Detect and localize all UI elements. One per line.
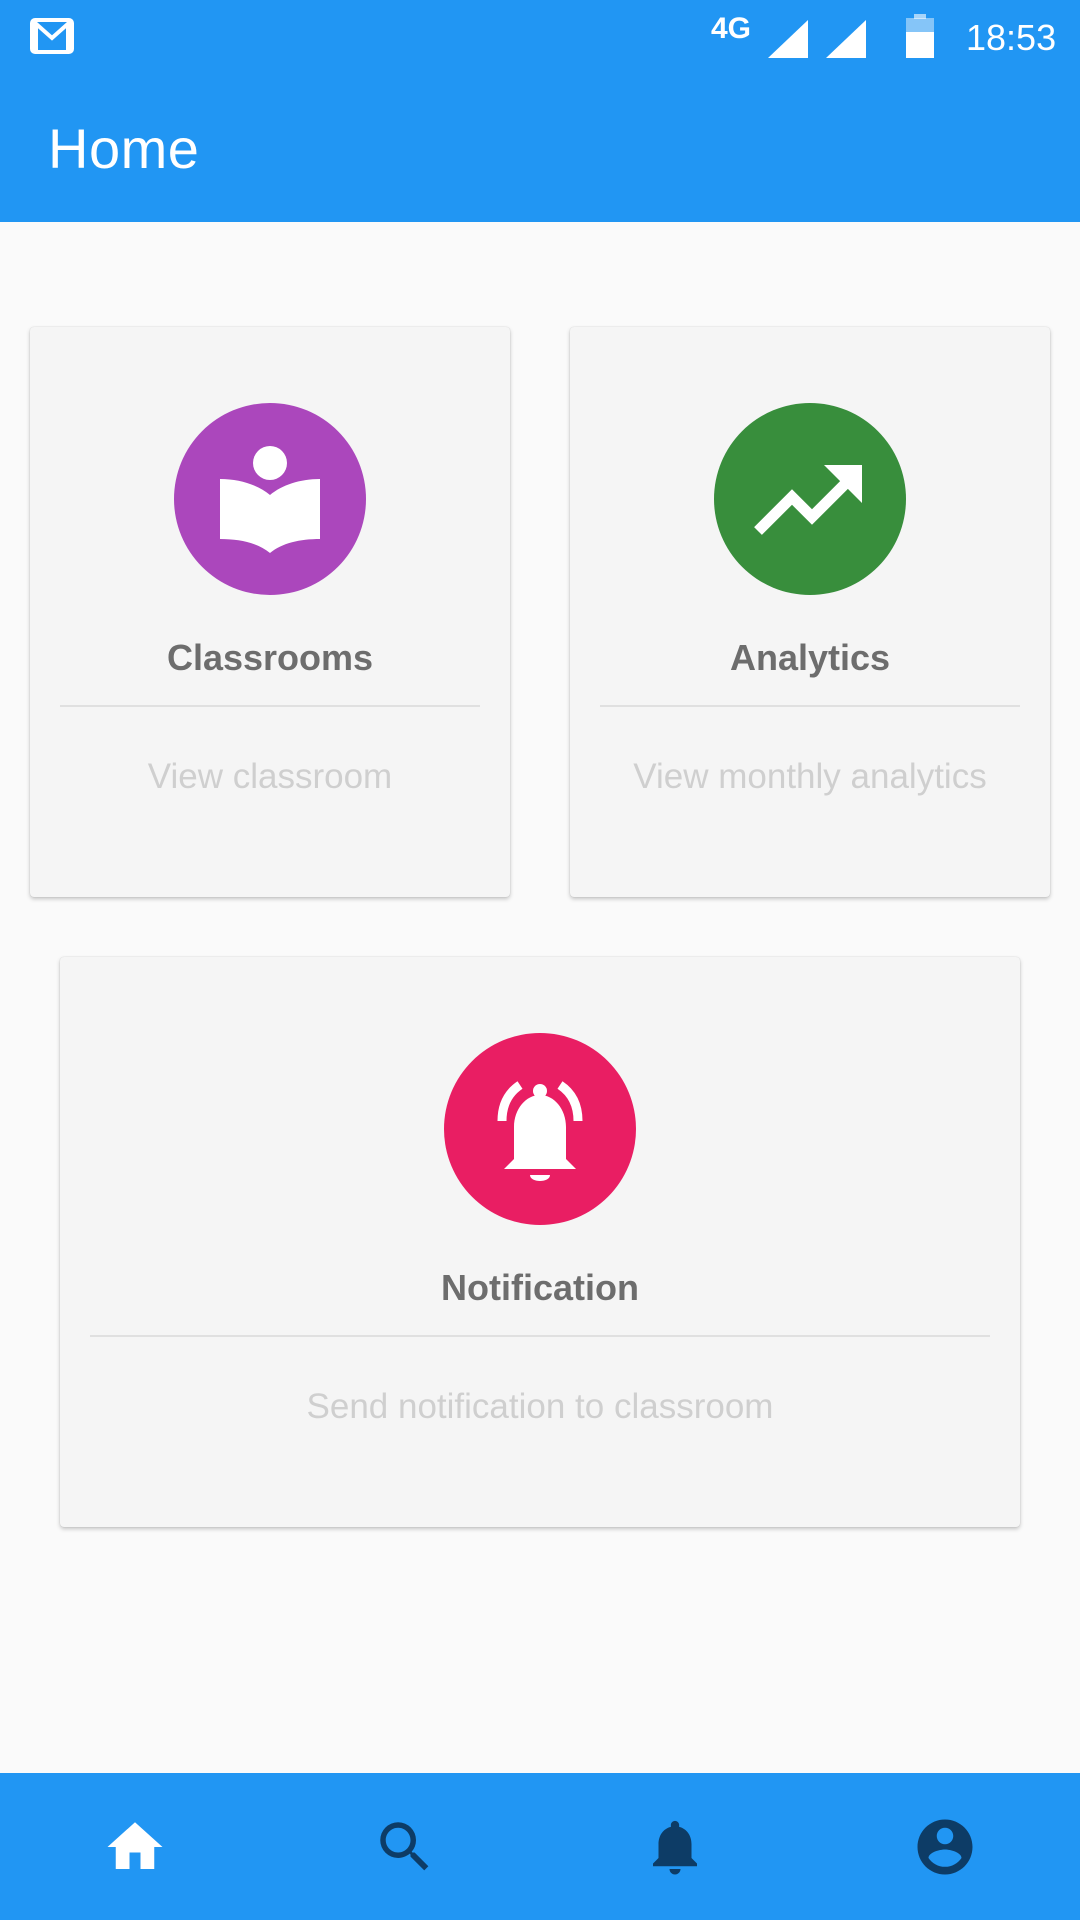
notification-icon-circle xyxy=(444,1033,636,1225)
classrooms-card[interactable]: Classrooms View classroom xyxy=(30,327,510,897)
analytics-card[interactable]: Analytics View monthly analytics xyxy=(570,327,1050,897)
page-title: Home xyxy=(48,117,200,180)
app-bar: Home xyxy=(0,74,1080,222)
nav-home[interactable] xyxy=(0,1773,270,1920)
trending-up-icon xyxy=(754,465,862,535)
card-divider xyxy=(90,1335,990,1337)
gmail-icon xyxy=(30,18,74,54)
status-bar: 4G 18:53 xyxy=(0,0,1080,74)
notification-title: Notification xyxy=(441,1267,639,1308)
book-reader-icon xyxy=(220,446,320,553)
signal-icon xyxy=(826,20,866,58)
classrooms-title: Classrooms xyxy=(166,637,374,678)
search-icon xyxy=(380,1821,429,1870)
nav-profile[interactable] xyxy=(810,1773,1080,1920)
analytics-title: Analytics xyxy=(729,637,891,678)
nav-search[interactable] xyxy=(270,1773,540,1920)
battery-icon xyxy=(906,14,934,58)
card-divider xyxy=(600,705,1020,707)
network-type-label: 4G xyxy=(711,12,752,45)
notification-subtitle: Send notification to classroom xyxy=(306,1387,774,1426)
notification-card[interactable]: Notification Send notification to classr… xyxy=(60,957,1020,1527)
classrooms-subtitle: View classroom xyxy=(147,757,393,796)
signal-icon xyxy=(768,20,808,58)
status-time: 18:53 xyxy=(966,17,1057,58)
card-divider xyxy=(60,705,480,707)
bell-icon xyxy=(653,1820,697,1874)
classrooms-icon-circle xyxy=(174,403,366,595)
account-icon xyxy=(917,1819,973,1874)
notification-bell-icon xyxy=(497,1081,583,1181)
analytics-subtitle: View monthly analytics xyxy=(633,757,987,796)
bottom-navigation xyxy=(0,1773,1080,1920)
home-icon xyxy=(107,1821,163,1869)
nav-notifications[interactable] xyxy=(540,1773,810,1920)
analytics-icon-circle xyxy=(714,403,906,595)
